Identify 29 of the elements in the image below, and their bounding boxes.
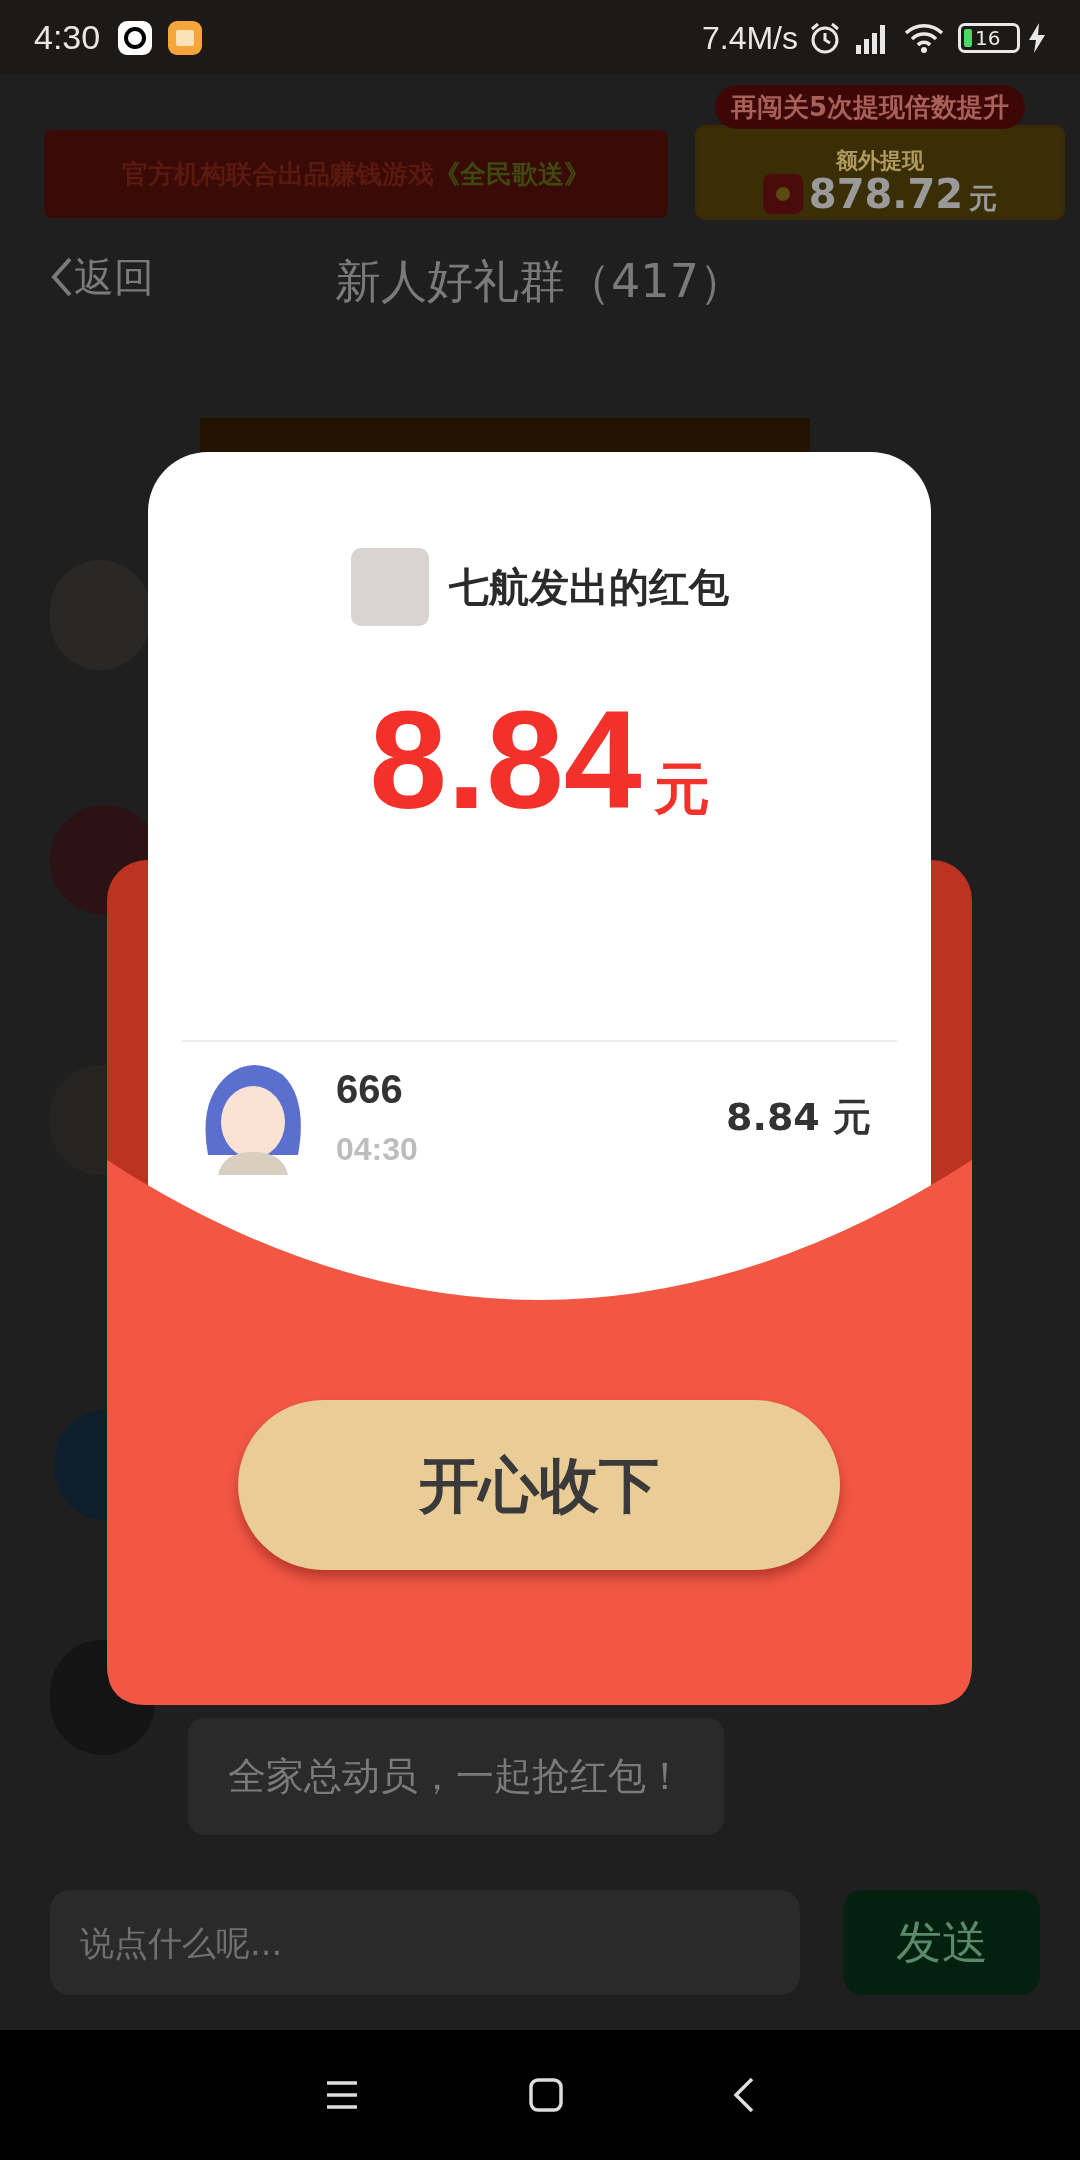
received-amount: 8.84 元 bbox=[726, 1093, 871, 1141]
currency-unit: 元 bbox=[653, 761, 710, 817]
back-button[interactable]: 返回 bbox=[48, 247, 154, 307]
status-time: 4:30 bbox=[34, 17, 101, 58]
receive-time: 04:30 bbox=[336, 1133, 419, 1165]
message-input[interactable]: 说点什么呢... bbox=[50, 1890, 800, 1995]
currency-unit: 元 bbox=[969, 185, 998, 213]
back-icon[interactable] bbox=[733, 2077, 755, 2113]
envelope-icon bbox=[762, 174, 803, 214]
gallery-app-icon bbox=[168, 20, 203, 55]
message-bubble: 全家总动员，一起抢红包！ bbox=[188, 1718, 724, 1835]
network-speed: 7.4M/s bbox=[701, 18, 798, 58]
battery-icon: 16 bbox=[958, 22, 1020, 53]
extra-withdraw-label: 额外提现 bbox=[836, 150, 924, 172]
menu-icon[interactable] bbox=[325, 2080, 359, 2110]
accept-button[interactable]: 开心收下 bbox=[238, 1400, 840, 1570]
camera-app-icon bbox=[118, 20, 153, 55]
group-title: 新人好礼群（417） bbox=[335, 253, 745, 310]
withdraw-amount: 878.72 bbox=[808, 174, 964, 214]
home-icon[interactable] bbox=[529, 2078, 563, 2112]
challenge-badge: 再闯关5次提现倍数提升 bbox=[715, 85, 1026, 129]
recipient-name: 666 bbox=[336, 1069, 404, 1109]
sender-title: 七航发出的红包 bbox=[448, 563, 729, 612]
withdraw-card[interactable]: 额外提现 878.72 元 bbox=[695, 125, 1065, 220]
send-button[interactable]: 发送 bbox=[843, 1890, 1040, 1995]
alarm-icon bbox=[808, 20, 842, 55]
packet-amount: 8.84 bbox=[369, 690, 642, 830]
charging-icon bbox=[1028, 22, 1046, 53]
wifi-icon bbox=[904, 21, 944, 54]
